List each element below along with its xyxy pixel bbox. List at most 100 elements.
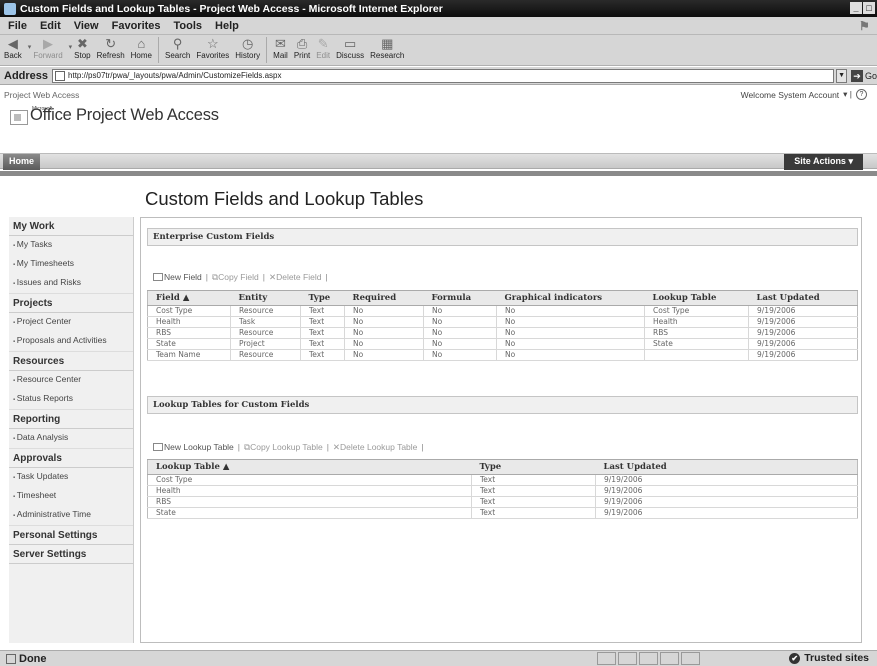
nav-item-my-tasks[interactable]: My Tasks: [9, 236, 133, 255]
forward-dropdown[interactable]: ▾: [69, 35, 73, 55]
cell-field[interactable]: Health: [147, 316, 231, 328]
table-row[interactable]: Cost Type Resource Text No No No Cost Ty…: [147, 305, 858, 317]
new-field-button[interactable]: New Field: [153, 272, 202, 282]
cell-field[interactable]: State: [147, 338, 231, 350]
nav-item-issues-and-risks[interactable]: Issues and Risks: [9, 274, 133, 293]
copy-field-button[interactable]: ⧉ Copy Field: [212, 272, 259, 283]
cell-field[interactable]: Cost Type: [147, 305, 231, 317]
maximize-icon[interactable]: □: [863, 2, 875, 14]
nav-header-projects[interactable]: Projects: [9, 294, 133, 313]
nav-header-my-work[interactable]: My Work: [9, 217, 133, 236]
lookup-tables-table: Lookup Table ▲ Type Last Updated Cost Ty…: [147, 459, 858, 519]
cell-field[interactable]: Team Name: [147, 349, 231, 361]
table-row[interactable]: Team Name Resource Text No No No 9/19/20…: [147, 349, 858, 361]
site-actions-menu[interactable]: Site Actions ▾: [784, 154, 863, 170]
menu-edit[interactable]: Edit: [40, 20, 61, 32]
research-button[interactable]: ▦ Research: [370, 35, 404, 61]
address-dropdown-button[interactable]: ▼: [836, 68, 847, 83]
new-item-icon: [153, 443, 163, 451]
nav-group-projects: Projects Project Center Proposals and Ac…: [9, 294, 133, 352]
column-header-formula[interactable]: Formula: [423, 290, 497, 306]
site-breadcrumb[interactable]: Project Web Access: [4, 90, 79, 100]
cell-last-updated: 9/19/2006: [595, 485, 858, 497]
nav-item-task-updates[interactable]: Task Updates: [9, 468, 133, 487]
nav-header-approvals[interactable]: Approvals: [9, 449, 133, 468]
nav-item-data-analysis[interactable]: Data Analysis: [9, 429, 133, 448]
menu-tools[interactable]: Tools: [174, 20, 203, 32]
print-button[interactable]: ⎙ Print: [294, 35, 310, 61]
nav-item-status-reports[interactable]: Status Reports: [9, 390, 133, 409]
favorites-button[interactable]: ☆ Favorites: [196, 35, 229, 61]
cell-lookup-table: State: [644, 338, 749, 350]
search-button[interactable]: ⚲ Search: [165, 35, 190, 61]
column-header-last-updated[interactable]: Last Updated: [748, 290, 858, 306]
help-icon[interactable]: ?: [856, 89, 867, 100]
cell-field[interactable]: RBS: [147, 327, 231, 339]
column-header-graphical-indicators[interactable]: Graphical indicators: [496, 290, 645, 306]
back-dropdown[interactable]: ▾: [28, 35, 32, 55]
nav-item-project-center[interactable]: Project Center: [9, 313, 133, 332]
new-lookup-table-button[interactable]: New Lookup Table: [153, 442, 234, 452]
menu-view[interactable]: View: [74, 20, 99, 32]
refresh-button[interactable]: ↻ Refresh: [97, 35, 125, 61]
cell-last-updated: 9/19/2006: [748, 316, 858, 328]
tab-home[interactable]: Home: [3, 154, 41, 170]
cell-last-updated: 9/19/2006: [748, 327, 858, 339]
cell-lookup-table[interactable]: State: [147, 507, 472, 519]
nav-header-resources[interactable]: Resources: [9, 352, 133, 371]
toolbar-separator: |: [205, 272, 209, 282]
menu-favorites[interactable]: Favorites: [112, 20, 161, 32]
go-button[interactable]: ➔ Go: [850, 69, 877, 82]
table-row[interactable]: Health Text 9/19/2006: [147, 485, 858, 497]
table-row[interactable]: Cost Type Text 9/19/2006: [147, 474, 858, 486]
nav-header-reporting[interactable]: Reporting: [9, 410, 133, 429]
table-row[interactable]: State Text 9/19/2006: [147, 507, 858, 519]
table-row[interactable]: Health Task Text No No No Health 9/19/20…: [147, 316, 858, 328]
column-header-lookup-table[interactable]: Lookup Table: [644, 290, 749, 306]
nav-header-personal-settings[interactable]: Personal Settings: [9, 526, 133, 545]
menu-help[interactable]: Help: [215, 20, 239, 32]
column-header-entity[interactable]: Entity: [230, 290, 301, 306]
welcome-menu[interactable]: Welcome System Account ▾ | ?: [741, 89, 867, 100]
cell-lookup-table[interactable]: Cost Type: [147, 474, 472, 486]
back-button[interactable]: ◀ Back: [4, 35, 22, 61]
table-row[interactable]: RBS Resource Text No No No RBS 9/19/2006: [147, 327, 858, 339]
stop-button[interactable]: ✖ Stop: [74, 35, 90, 61]
history-button[interactable]: ◷ History: [235, 35, 260, 61]
column-header-type[interactable]: Type: [471, 459, 596, 475]
home-button[interactable]: ⌂ Home: [131, 35, 152, 61]
go-arrow-icon: ➔: [850, 69, 863, 82]
column-header-type[interactable]: Type: [300, 290, 345, 306]
check-icon: ✔: [789, 652, 801, 664]
nav-item-my-timesheets[interactable]: My Timesheets: [9, 255, 133, 274]
mail-button[interactable]: ✉ Mail: [273, 35, 288, 61]
delete-field-button[interactable]: ✕ Delete Field: [269, 272, 321, 283]
cell-required: No: [344, 305, 424, 317]
table-row[interactable]: State Project Text No No No State 9/19/2…: [147, 338, 858, 350]
column-header-lookup-table[interactable]: Lookup Table ▲: [147, 459, 472, 475]
delete-lookup-table-button[interactable]: ✕ Delete Lookup Table: [333, 442, 417, 453]
address-url: http://ps07tr/pwa/_layouts/pwa/Admin/Cus…: [68, 71, 282, 80]
nav-header-server-settings[interactable]: Server Settings: [9, 545, 133, 564]
copy-lookup-table-button[interactable]: ⧉ Copy Lookup Table: [244, 442, 323, 453]
cell-entity: Resource: [230, 305, 301, 317]
forward-button[interactable]: ▶ Forward: [33, 35, 62, 61]
logo-text: Office Project Web Access: [30, 106, 219, 124]
minimize-icon[interactable]: _: [850, 2, 862, 14]
cell-lookup-table[interactable]: Health: [147, 485, 472, 497]
security-zone[interactable]: ✔ Trusted sites: [789, 652, 869, 664]
column-header-last-updated[interactable]: Last Updated: [595, 459, 858, 475]
discuss-button[interactable]: ▭ Discuss: [336, 35, 364, 61]
column-header-required[interactable]: Required: [344, 290, 424, 306]
cell-lookup-table[interactable]: RBS: [147, 496, 472, 508]
menu-file[interactable]: File: [8, 20, 27, 32]
table-row[interactable]: RBS Text 9/19/2006: [147, 496, 858, 508]
column-header-field[interactable]: Field ▲: [147, 290, 231, 306]
nav-item-administrative-time[interactable]: Administrative Time: [9, 506, 133, 525]
edit-button[interactable]: ✎ Edit: [316, 35, 330, 61]
address-input[interactable]: http://ps07tr/pwa/_layouts/pwa/Admin/Cus…: [52, 68, 835, 83]
pwa-logo: Microsoft Office Project Web Access: [10, 106, 219, 125]
nav-item-timesheet[interactable]: Timesheet: [9, 487, 133, 506]
nav-item-resource-center[interactable]: Resource Center: [9, 371, 133, 390]
nav-item-proposals-and-activities[interactable]: Proposals and Activities: [9, 332, 133, 351]
